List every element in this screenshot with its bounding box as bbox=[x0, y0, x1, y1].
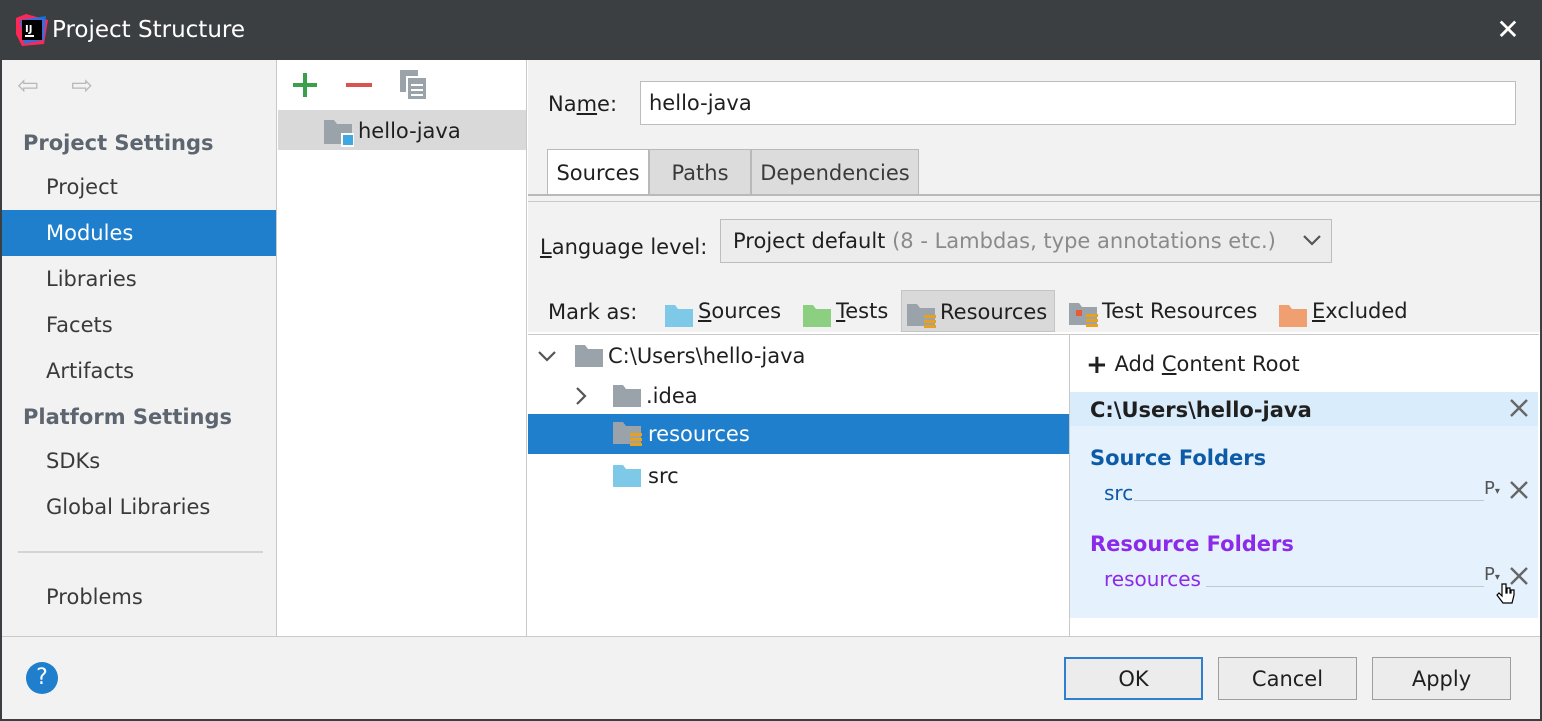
sidebar-item-libraries[interactable]: Libraries bbox=[2, 256, 276, 302]
project-settings-header: Project Settings bbox=[23, 131, 214, 155]
source-folder-line bbox=[1134, 500, 1484, 501]
content-root-path: C:\Users\hello-java bbox=[1090, 398, 1312, 422]
sidebar-item-label: Modules bbox=[46, 221, 134, 245]
sidebar-item-label: Problems bbox=[46, 585, 143, 609]
sidebar-item-problems[interactable]: Problems bbox=[2, 574, 276, 620]
tab-sources[interactable]: Sources bbox=[547, 149, 649, 196]
module-name: hello-java bbox=[358, 119, 461, 143]
ok-button[interactable]: OK bbox=[1064, 657, 1203, 700]
module-folder-icon bbox=[322, 116, 355, 152]
mark-sources-label: ources bbox=[711, 299, 782, 323]
language-level-label: Language level: bbox=[540, 231, 707, 263]
mark-sources-mnemonic: S bbox=[698, 299, 712, 323]
language-level-label-rest: anguage level: bbox=[551, 235, 708, 259]
copy-icon[interactable] bbox=[398, 68, 432, 102]
name-label: Name: bbox=[548, 88, 617, 120]
resources-folder-icon bbox=[612, 420, 644, 461]
name-label-post: e: bbox=[597, 92, 618, 116]
language-level-value: Project default bbox=[733, 229, 886, 253]
sidebar-item-facets[interactable]: Facets bbox=[2, 302, 276, 348]
minus-icon[interactable] bbox=[342, 68, 376, 102]
tree-row-src[interactable]: src bbox=[528, 456, 1069, 496]
resource-folder-line bbox=[1206, 586, 1484, 587]
mark-as-label: Mark as: bbox=[548, 300, 638, 324]
module-name-input[interactable] bbox=[640, 81, 1516, 125]
tree-row-label: C:\Users\hello-java bbox=[608, 344, 806, 368]
name-label-mnemonic: m bbox=[576, 92, 598, 116]
sidebar-item-modules[interactable]: Modules bbox=[2, 210, 276, 256]
tab-dependencies[interactable]: Dependencies bbox=[751, 149, 919, 195]
sidebar-item-global-libraries[interactable]: Global Libraries bbox=[2, 484, 276, 530]
platform-settings-header: Platform Settings bbox=[23, 405, 233, 429]
tree-row-idea[interactable]: .idea bbox=[528, 376, 1069, 416]
mark-resources-label: Resources bbox=[940, 300, 1048, 324]
resource-folders-title: Resource Folders bbox=[1090, 532, 1294, 556]
intellij-logo-icon: IJ bbox=[16, 14, 48, 46]
name-label-pre: Na bbox=[548, 92, 577, 116]
remove-content-root-close-icon[interactable] bbox=[1507, 396, 1531, 420]
sidebar-item-project[interactable]: Project bbox=[2, 164, 276, 210]
help-icon[interactable]: ? bbox=[26, 662, 58, 694]
svg-text:IJ: IJ bbox=[25, 24, 32, 35]
sidebar-item-label: SDKs bbox=[46, 449, 101, 473]
mark-excluded-mnemonic: E bbox=[1312, 299, 1326, 323]
add-content-root-pre: Add bbox=[1114, 352, 1162, 376]
mark-tests-label: ests bbox=[845, 299, 889, 323]
close-icon[interactable]: ✕ bbox=[1488, 10, 1528, 50]
add-content-root-post: ontent Root bbox=[1176, 352, 1300, 376]
mark-test-resources-button[interactable]: Test Resources bbox=[1064, 290, 1270, 332]
tree-row-label: .idea bbox=[646, 384, 698, 408]
sidebar-divider bbox=[18, 551, 263, 553]
add-content-root-button[interactable]: + Add Content Root bbox=[1086, 348, 1300, 381]
mark-excluded-label: xcluded bbox=[1325, 299, 1408, 323]
mark-resources-button[interactable]: Resources bbox=[901, 290, 1055, 332]
plus-icon: + bbox=[1086, 350, 1108, 380]
mark-excluded-button[interactable]: Excluded bbox=[1274, 290, 1412, 332]
language-level-select[interactable]: Project default (8 - Lambdas, type annot… bbox=[720, 219, 1332, 263]
sidebar-item-label: Global Libraries bbox=[46, 495, 211, 519]
arrow-right-icon[interactable]: ⇨ bbox=[64, 70, 100, 102]
sidebar-item-label: Facets bbox=[46, 313, 113, 337]
sources-folder-icon bbox=[612, 462, 642, 502]
plus-icon[interactable] bbox=[288, 68, 322, 102]
sidebar-item-sdks[interactable]: SDKs bbox=[2, 438, 276, 484]
source-folders-title: Source Folders bbox=[1090, 446, 1267, 470]
resource-folder-entry: resources bbox=[1104, 567, 1201, 591]
properties-glyph: P bbox=[1484, 478, 1495, 499]
mark-tests-button[interactable]: Tests bbox=[798, 290, 900, 332]
tree-row-label: resources bbox=[648, 422, 750, 446]
sidebar-item-label: Project bbox=[46, 175, 118, 199]
add-content-root-mnemonic: C bbox=[1161, 352, 1177, 376]
sidebar-item-label: Artifacts bbox=[46, 359, 135, 383]
properties-glyph: P bbox=[1484, 564, 1495, 585]
hand-cursor-icon bbox=[1496, 582, 1516, 612]
tree-row-resources[interactable]: resources bbox=[528, 414, 1069, 454]
source-folder-entry: src bbox=[1104, 481, 1134, 505]
cancel-button[interactable]: Cancel bbox=[1218, 657, 1357, 700]
language-level-mnemonic: L bbox=[540, 235, 552, 259]
dropdown-arrow-icon: ▾ bbox=[1494, 486, 1500, 497]
tree-row-label: src bbox=[648, 464, 679, 488]
remove-source-folder-close-icon[interactable] bbox=[1507, 478, 1531, 502]
sidebar-item-label: Libraries bbox=[46, 267, 137, 291]
window-title: Project Structure bbox=[52, 17, 245, 43]
tree-row-root[interactable]: C:\Users\hello-java bbox=[528, 336, 1069, 376]
mark-sources-button[interactable]: Sources bbox=[660, 290, 796, 332]
arrow-left-icon[interactable]: ⇦ bbox=[10, 70, 46, 102]
source-folder-properties-button[interactable]: P▾ bbox=[1484, 477, 1500, 504]
language-level-hint: (8 - Lambdas, type annotations etc.) bbox=[892, 229, 1276, 253]
chevron-down-icon[interactable] bbox=[1298, 226, 1326, 254]
mark-tests-mnemonic: T bbox=[836, 299, 846, 323]
apply-button[interactable]: Apply bbox=[1372, 657, 1511, 700]
tab-paths[interactable]: Paths bbox=[649, 149, 751, 195]
mark-test-resources-label: Test Resources bbox=[1102, 299, 1258, 323]
tab-underline bbox=[528, 194, 1540, 196]
sidebar-item-artifacts[interactable]: Artifacts bbox=[2, 348, 276, 394]
